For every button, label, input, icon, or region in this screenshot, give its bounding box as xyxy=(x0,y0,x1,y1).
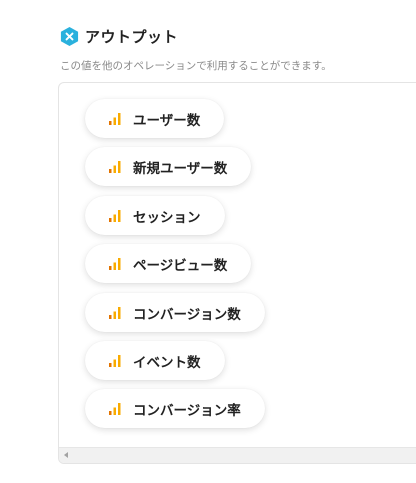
output-chip-conversion-rate[interactable]: コンバージョン率 xyxy=(85,389,265,428)
output-chip-label: セッション xyxy=(133,209,201,226)
output-list-panel: ユーザー数 新規ユーザー数 セッション ページビュー数 コンバージョン数 イベン… xyxy=(58,82,416,464)
bar-chart-icon xyxy=(109,257,121,270)
output-chip-label: ページビュー数 xyxy=(133,257,228,274)
bar-chart-icon xyxy=(109,160,121,173)
section-header: アウトプット xyxy=(59,24,178,48)
bar-chart-icon xyxy=(109,209,121,222)
section-title: アウトプット xyxy=(85,27,179,46)
output-section: アウトプット この値を他のオペレーションで利用することができます。 ユーザー数 … xyxy=(0,0,416,483)
output-chip-label: ユーザー数 xyxy=(133,112,201,129)
bar-chart-icon xyxy=(109,112,121,125)
output-chip-conversions[interactable]: コンバージョン数 xyxy=(85,293,265,332)
bar-chart-icon xyxy=(109,306,121,319)
output-chip-sessions[interactable]: セッション xyxy=(85,196,225,235)
scroll-left-arrow-icon[interactable] xyxy=(64,452,68,458)
horizontal-scrollbar[interactable] xyxy=(59,447,416,463)
output-chip-label: コンバージョン数 xyxy=(133,306,241,323)
x-hexagon-icon xyxy=(60,26,79,46)
output-chip-users[interactable]: ユーザー数 xyxy=(85,99,225,138)
output-chip-new-users[interactable]: 新規ユーザー数 xyxy=(85,147,252,186)
output-chip-events[interactable]: イベント数 xyxy=(85,341,225,380)
output-chip-label: 新規ユーザー数 xyxy=(133,160,228,177)
bar-chart-icon xyxy=(109,402,121,415)
output-chip-label: コンバージョン率 xyxy=(133,402,241,419)
section-description: この値を他のオペレーションで利用することができます。 xyxy=(60,60,332,72)
output-chip-label: イベント数 xyxy=(133,354,201,371)
bar-chart-icon xyxy=(109,354,121,367)
output-chip-pageviews[interactable]: ページビュー数 xyxy=(85,244,252,283)
